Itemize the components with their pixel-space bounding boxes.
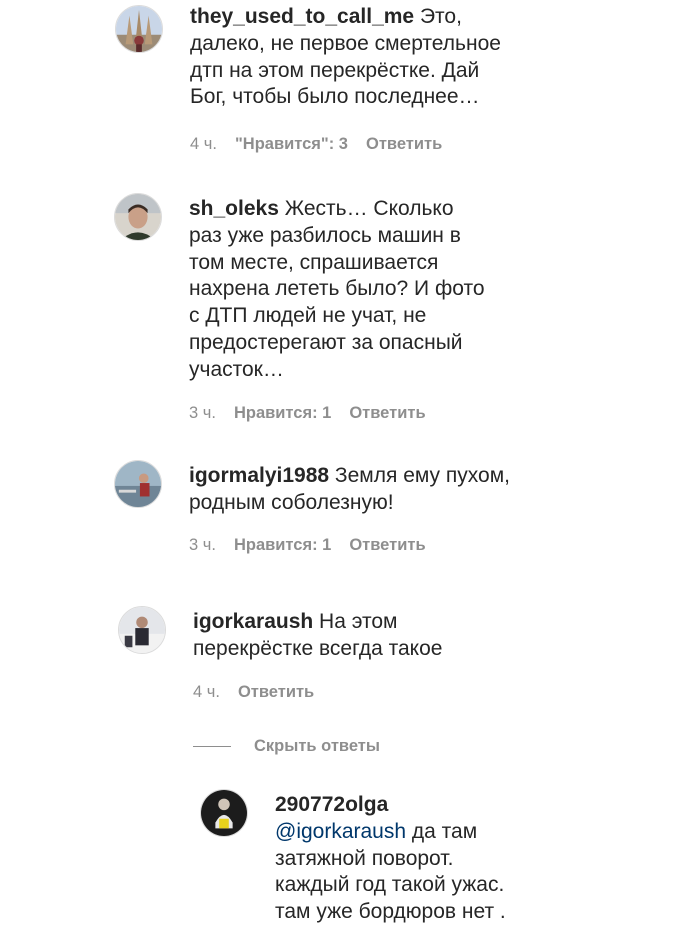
avatar[interactable] xyxy=(200,789,248,837)
comment-time[interactable]: 3 ч. xyxy=(189,536,216,555)
likes-count[interactable]: Нравится: 1 xyxy=(234,404,331,423)
avatar[interactable] xyxy=(114,460,162,508)
likes-count[interactable]: "Нравится": 3 xyxy=(235,135,348,154)
reply-button[interactable]: Ответить xyxy=(366,135,442,154)
comment-username[interactable]: sh_oleks xyxy=(189,197,279,220)
reply-text: 290772olga @igorkaraush да там затяжной п… xyxy=(275,793,506,924)
comment-time[interactable]: 4 ч. xyxy=(193,683,220,702)
comment-text: they_used_to_call_me Это, далеко, не пер… xyxy=(190,5,501,109)
comment-time[interactable]: 4 ч. xyxy=(190,135,217,154)
avatar[interactable] xyxy=(118,606,166,654)
comment-meta: 4 ч. "Нравится": 3 Ответить xyxy=(190,135,442,154)
avatar[interactable] xyxy=(115,5,163,53)
mention-link[interactable]: @igorkaraush xyxy=(275,820,406,843)
comment-meta: 3 ч. Нравится: 1 Ответить xyxy=(189,404,426,423)
hide-replies-label: Скрыть ответы xyxy=(254,736,380,755)
reply-button[interactable]: Ответить xyxy=(238,683,314,702)
comment-text: igorkaraush На этом перекрёстке всегда т… xyxy=(193,610,443,660)
avatar[interactable] xyxy=(114,193,162,241)
comment-username[interactable]: igorkaraush xyxy=(193,610,313,633)
divider-line xyxy=(193,745,231,747)
comment-username[interactable]: igormalyi1988 xyxy=(189,464,329,487)
hide-replies-button[interactable]: Скрыть ответы xyxy=(193,734,380,758)
reply-button[interactable]: Ответить xyxy=(349,536,425,555)
reply-username[interactable]: 290772olga xyxy=(275,793,388,816)
comment-text: igormalyi1988 Земля ему пухом, родным со… xyxy=(189,464,510,514)
likes-count[interactable]: Нравится: 1 xyxy=(234,536,331,555)
reply-button[interactable]: Ответить xyxy=(349,404,425,423)
comment-time[interactable]: 3 ч. xyxy=(189,404,216,423)
comment-meta: 4 ч. Ответить xyxy=(193,683,314,702)
comment-username[interactable]: they_used_to_call_me xyxy=(190,5,414,28)
comment-meta: 3 ч. Нравится: 1 Ответить xyxy=(189,536,426,555)
comment-text: sh_oleks Жесть… Сколько раз уже разбилос… xyxy=(189,197,485,381)
